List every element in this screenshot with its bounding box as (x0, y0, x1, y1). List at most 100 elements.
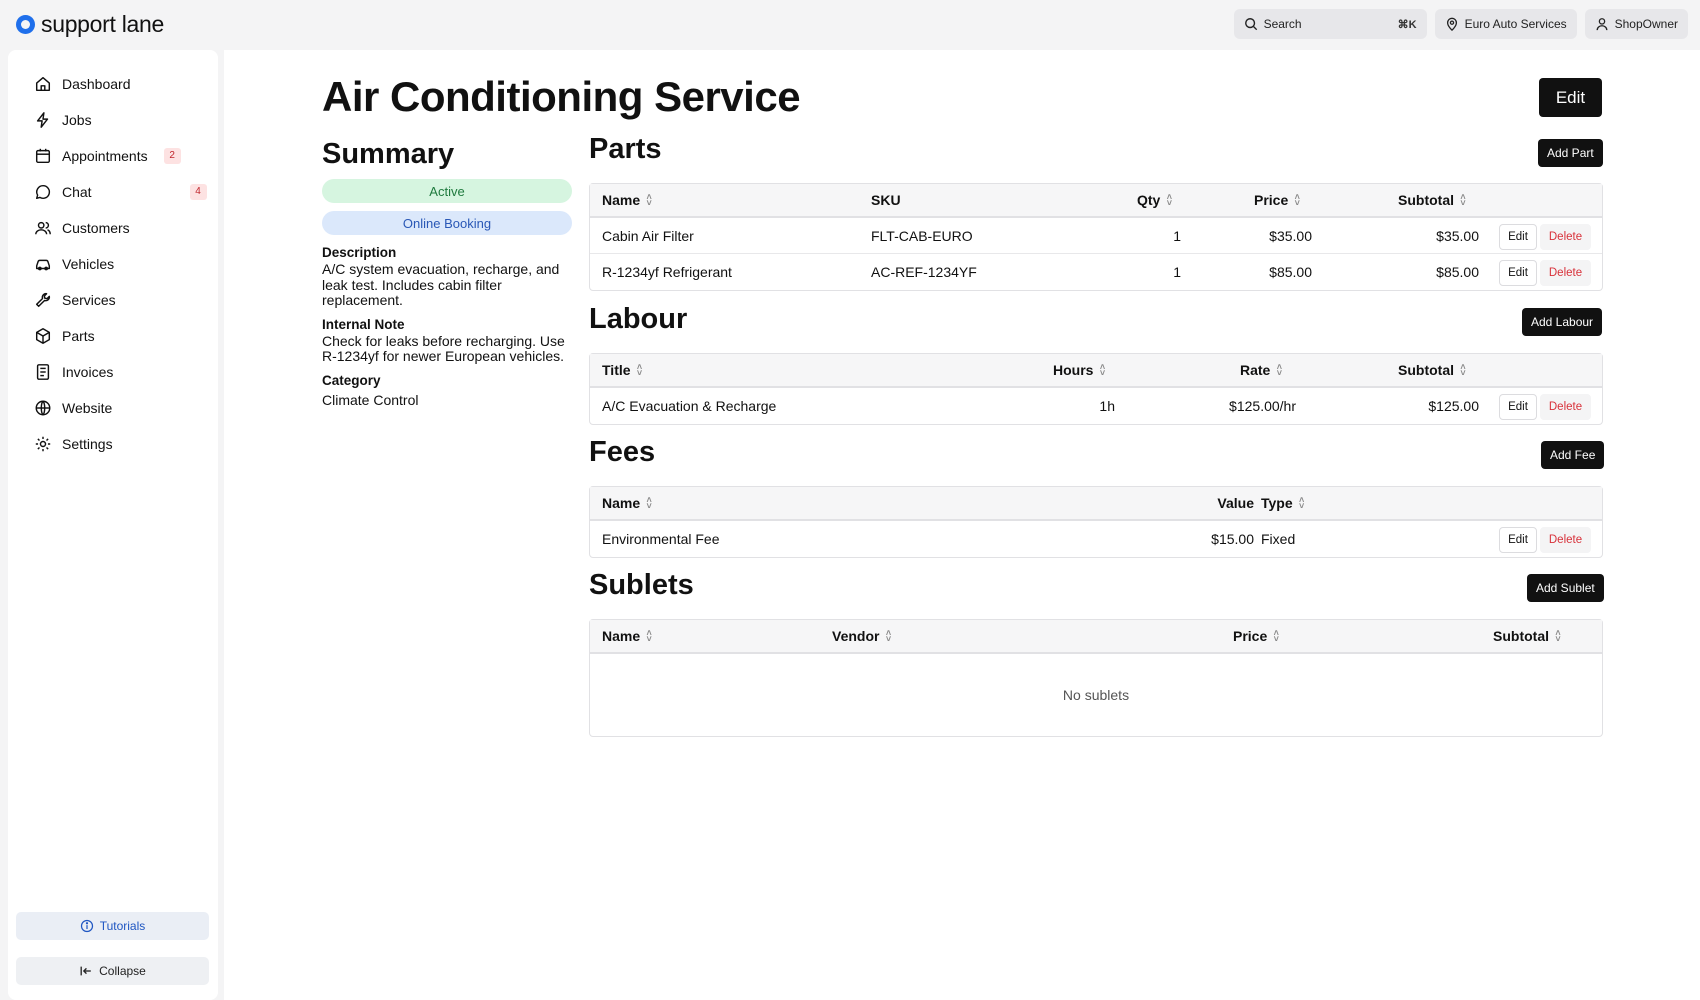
app-name: support lane (41, 11, 164, 37)
user-menu[interactable]: ShopOwner (1584, 9, 1688, 39)
column-header-qty[interactable]: Qty ˄ ˅ (1137, 184, 1173, 216)
sort-icon: ˄ ˅ (1276, 362, 1282, 378)
column-header-name[interactable]: Name ˄ ˅ (602, 620, 653, 652)
search-label: Search (1263, 17, 1302, 31)
sort-icon: ˄ ˅ (646, 192, 652, 208)
location-selector[interactable]: Euro Auto Services (1434, 9, 1577, 39)
column-header-name[interactable]: Name ˄ ˅ (602, 487, 653, 519)
sort-icon: ˄ ˅ (1460, 192, 1466, 208)
sidebar-item-label: Services (62, 292, 116, 308)
sidebar-item-label: Customers (62, 220, 130, 236)
sidebar-item-dashboard[interactable]: Dashboard (34, 72, 131, 96)
collapse-sidebar-button[interactable]: Collapse (16, 957, 209, 985)
column-header-subtotal[interactable]: Subtotal ˄ ˅ (1398, 354, 1467, 386)
sort-icon: ˄ ˅ (1460, 362, 1466, 378)
labour-title: A/C Evacuation & Recharge (602, 398, 777, 414)
location-pin-icon (1445, 17, 1459, 31)
internal-note-value: Check for leaks before recharging. Use R… (322, 332, 565, 364)
labour-section-title: Labour (589, 303, 688, 335)
column-header-rate[interactable]: Rate ˄ ˅ (1240, 354, 1283, 386)
chat-count-badge: 4 (189, 184, 207, 200)
part-price: $85.00 (1269, 264, 1312, 280)
sidebar-item-label: Chat (62, 184, 92, 200)
top-bar-actions: Search ⌘K Euro Auto Services ShopOwner (1233, 9, 1688, 39)
globe-icon (34, 399, 52, 417)
delete-row-button[interactable]: Delete (1540, 224, 1591, 250)
users-icon (34, 219, 52, 237)
status-badge: Active (322, 179, 572, 203)
edit-row-button[interactable]: Edit (1499, 260, 1537, 286)
labour-hours: 1h (1099, 398, 1115, 414)
delete-row-button[interactable]: Delete (1540, 527, 1591, 553)
sidebar-item-invoices[interactable]: Invoices (34, 360, 113, 384)
appointments-count-badge: 2 (163, 148, 181, 164)
column-header-price[interactable]: Price ˄ ˅ (1233, 620, 1280, 652)
sidebar-item-parts[interactable]: Parts (34, 324, 95, 348)
add-labour-button[interactable]: Add Labour (1522, 308, 1603, 336)
wrench-icon (34, 291, 52, 309)
sort-icon: ˄ ˅ (646, 495, 652, 511)
table-header: Name ˄ ˅ Value Type ˄ ˅ (590, 487, 1602, 521)
fees-section-title: Fees (589, 436, 656, 468)
sidebar-item-appointments[interactable]: Appointments 2 (34, 144, 181, 168)
sidebar-item-label: Settings (62, 436, 113, 452)
labour-rate: $125.00/hr (1229, 398, 1296, 414)
column-header-vendor[interactable]: Vendor ˄ ˅ (832, 620, 892, 652)
add-part-button[interactable]: Add Part (1538, 139, 1603, 167)
column-header-name[interactable]: Name ˄ ˅ (602, 184, 653, 216)
edit-row-button[interactable]: Edit (1499, 394, 1537, 420)
delete-row-button[interactable]: Delete (1540, 260, 1591, 286)
search-shortcut: ⌘K (1397, 18, 1417, 31)
sidebar-item-jobs[interactable]: Jobs (34, 108, 92, 132)
logo-icon (16, 15, 35, 34)
column-header-subtotal[interactable]: Subtotal ˄ ˅ (1398, 184, 1467, 216)
part-subtotal: $85.00 (1436, 264, 1479, 280)
fee-type: Fixed (1261, 531, 1296, 547)
sidebar-item-vehicles[interactable]: Vehicles (34, 252, 114, 276)
parts-section-title: Parts (589, 133, 662, 165)
sidebar-item-services[interactable]: Services (34, 288, 116, 312)
home-icon (34, 75, 52, 93)
tutorials-button[interactable]: Tutorials (16, 912, 209, 940)
box-icon (34, 327, 52, 345)
part-qty: 1 (1173, 264, 1181, 280)
column-header-type[interactable]: Type ˄ ˅ (1261, 487, 1306, 519)
edit-row-button[interactable]: Edit (1499, 527, 1537, 553)
table-row: Environmental Fee $15.00 Fixed Edit Dele… (590, 521, 1602, 557)
part-subtotal: $35.00 (1436, 227, 1479, 244)
table-row: R-1234yf Refrigerant AC-REF-1234YF 1 $85… (590, 254, 1602, 290)
sidebar-item-label: Website (62, 400, 113, 416)
page-title: Air Conditioning Service (322, 73, 801, 120)
category-value: Climate Control (322, 391, 419, 408)
part-qty: 1 (1173, 227, 1181, 244)
info-icon (80, 919, 94, 933)
add-sublet-button[interactable]: Add Sublet (1527, 574, 1604, 602)
sidebar-item-chat[interactable]: Chat 4 (34, 180, 207, 204)
collapse-arrow-icon (79, 964, 93, 978)
sidebar-item-customers[interactable]: Customers (34, 216, 130, 240)
add-fee-button[interactable]: Add Fee (1541, 441, 1605, 469)
column-header-price[interactable]: Price ˄ ˅ (1254, 184, 1301, 216)
sidebar-item-settings[interactable]: Settings (34, 432, 113, 456)
search-icon (1244, 17, 1258, 31)
column-header-title[interactable]: Title ˄ ˅ (602, 354, 644, 386)
gear-icon (34, 435, 52, 453)
sort-icon: ˄ ˅ (1273, 628, 1279, 644)
app-logo[interactable]: support lane (16, 11, 164, 38)
search-button[interactable]: Search ⌘K (1233, 9, 1427, 39)
edit-service-button[interactable]: Edit (1539, 78, 1602, 117)
column-header-subtotal[interactable]: Subtotal ˄ ˅ (1493, 620, 1562, 652)
sidebar-item-website[interactable]: Website (34, 396, 112, 420)
column-header-hours[interactable]: Hours ˄ ˅ (1053, 354, 1106, 386)
table-header: Name ˄ ˅ SKU Qty ˄ ˅ Price ˄ ˅ Subtotal ˄ ˅ (590, 184, 1602, 218)
part-sku: AC-REF-1234YF (871, 264, 977, 280)
delete-row-button[interactable]: Delete (1540, 394, 1591, 420)
table-row: A/C Evacuation & Recharge 1h $125.00/hr … (590, 388, 1602, 424)
table-header: Title ˄ ˅ Hours ˄ ˅ Rate ˄ ˅ Subtotal ˄ ˅ (590, 354, 1602, 388)
table-row: Cabin Air Filter FLT-CAB-EURO 1 $35.00 $… (590, 218, 1602, 254)
column-header-value: Value (1217, 495, 1254, 511)
internal-note-label: Internal Note (322, 316, 405, 332)
sublets-section-title: Sublets (589, 569, 694, 601)
category-label: Category (322, 372, 381, 388)
edit-row-button[interactable]: Edit (1499, 224, 1537, 250)
